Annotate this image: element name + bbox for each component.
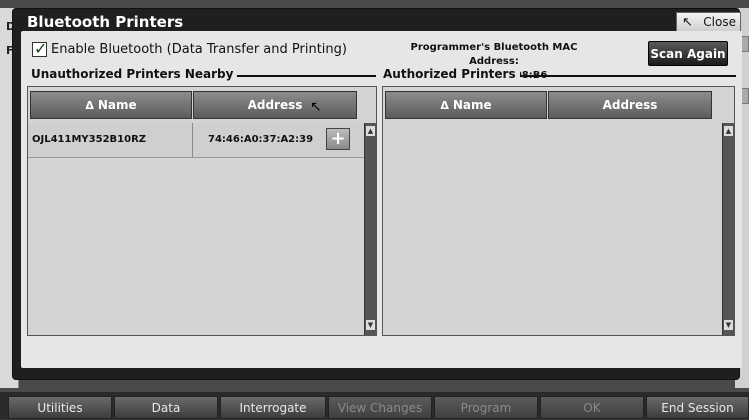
authorized-name-column-header[interactable]: Δ Name (385, 91, 547, 119)
authorized-address-column-header[interactable]: Address (548, 91, 712, 119)
sort-ascending-icon: Δ (440, 99, 449, 112)
unauthorized-section-rule (226, 75, 376, 77)
unauthorized-name-column-header[interactable]: Δ Name (30, 91, 192, 119)
nav-end-session-button[interactable]: End Session (646, 396, 749, 419)
scan-again-button[interactable]: Scan Again (648, 41, 728, 66)
sort-ascending-icon: Δ (85, 99, 94, 112)
authorized-printers-panel: Δ Name Address ▲ ▼ (382, 86, 735, 336)
dialog-body: ✓ Enable Bluetooth (Data Transfer and Pr… (21, 31, 742, 368)
nav-ok-button: OK (540, 396, 644, 419)
address-column-label: Address (247, 98, 303, 112)
enable-bluetooth-row[interactable]: ✓ Enable Bluetooth (Data Transfer and Pr… (32, 39, 347, 58)
address-column-label: Address (602, 98, 658, 112)
authorized-section-heading: Authorized Printers (383, 67, 520, 81)
printer-address-cell: 74:46:A0:37:A2:39 (208, 134, 314, 145)
dialog-title: Bluetooth Printers (27, 13, 184, 31)
mouse-pointer-icon: ↖ (310, 99, 322, 115)
authorized-scrollbar[interactable]: ▲ ▼ (722, 123, 734, 335)
unauthorized-address-column-header[interactable]: Address (193, 91, 357, 119)
name-column-label: Name (97, 98, 137, 112)
unauthorized-section-heading: Unauthorized Printers Nearby (31, 67, 238, 81)
name-column-label: Name (452, 98, 492, 112)
authorize-printer-button[interactable]: + (326, 128, 350, 150)
enable-bluetooth-label: Enable Bluetooth (Data Transfer and Prin… (51, 42, 347, 57)
unauthorized-scrollbar[interactable]: ▲ ▼ (364, 123, 376, 335)
nav-interrogate-button[interactable]: Interrogate (220, 396, 326, 419)
printer-name-cell: OJL411MY352B10RZ (32, 134, 147, 145)
nav-data-button[interactable]: Data (114, 396, 218, 419)
scroll-up-icon[interactable]: ▲ (365, 125, 376, 137)
close-button[interactable]: ↖ Close (676, 12, 741, 32)
cell-divider (192, 123, 193, 157)
scroll-down-icon[interactable]: ▼ (723, 319, 734, 331)
scroll-up-icon[interactable]: ▲ (723, 125, 734, 137)
checkmark-icon: ✓ (34, 39, 48, 58)
mac-address-label: Programmer's Bluetooth MAC Address: (410, 42, 578, 67)
nav-program-button: Program (434, 396, 538, 419)
authorized-section-rule (509, 75, 736, 77)
scroll-down-icon[interactable]: ▼ (365, 319, 376, 331)
nav-utilities-button[interactable]: Utilities (8, 396, 112, 419)
table-row[interactable]: OJL411MY352B10RZ 74:46:A0:37:A2:39 + (28, 123, 364, 158)
enable-bluetooth-checkbox[interactable]: ✓ (32, 39, 48, 58)
nav-view-changes-button: View Changes (328, 396, 432, 419)
unauthorized-printers-panel: Δ Name Address OJL411MY352B10RZ 74:46:A0:… (27, 86, 377, 336)
close-arrow-icon: ↖ (682, 15, 693, 30)
close-button-label: Close (703, 15, 736, 29)
